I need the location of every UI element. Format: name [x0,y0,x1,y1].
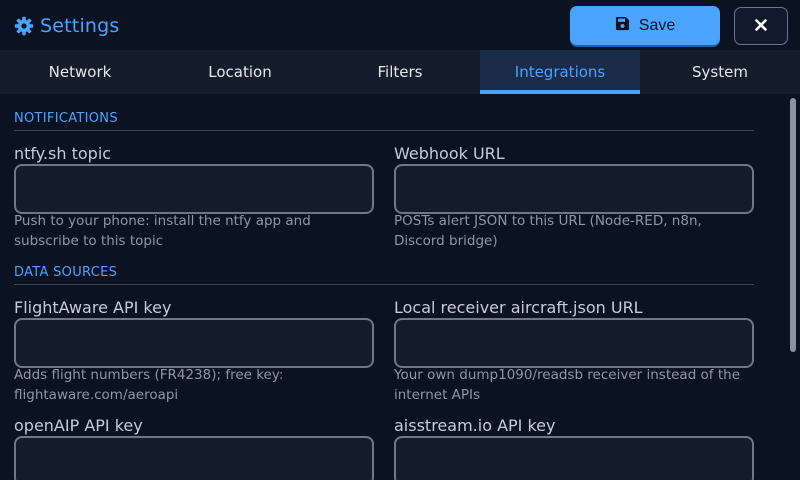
ntfy-topic-input[interactable] [14,164,374,214]
settings-content: NOTIFICATIONS ntfy.sh topic Push to your… [0,94,790,480]
close-icon [755,18,767,34]
aisstream-key-input[interactable] [394,436,754,480]
local-receiver-url-input[interactable] [394,318,754,368]
page-title: Settings [40,15,120,37]
section-title-notifications: NOTIFICATIONS [14,111,118,126]
tab-label: System [692,63,748,81]
tab-label: Network [48,63,112,81]
ntfy-topic-help: Push to your phone: install the ntfy app… [14,213,311,249]
save-button-label: Save [638,16,676,34]
tab-integrations[interactable]: Integrations [480,50,640,94]
vertical-scrollbar[interactable] [790,98,796,352]
title-group: Settings [14,15,120,37]
local-receiver-url-help: Your own dump1090/readsb receiver instea… [394,367,741,403]
flightaware-key-label: FlightAware API key [14,298,172,317]
tab-label: Integrations [514,63,606,81]
ntfy-topic-label: ntfy.sh topic [14,144,112,163]
tab-location[interactable]: Location [160,50,320,94]
openaip-key-label: openAIP API key [14,416,143,435]
tab-filters[interactable]: Filters [320,50,480,94]
tab-system[interactable]: System [640,50,800,94]
header: Settings Save [0,0,800,50]
tab-network[interactable]: Network [0,50,160,94]
close-button[interactable] [734,7,788,45]
flightaware-key-input[interactable] [14,318,374,368]
section-divider [14,284,754,285]
floppy-disk-icon [615,16,630,36]
webhook-url-help: POSTs alert JSON to this URL (Node-RED, … [394,213,702,249]
tab-label: Filters [377,63,423,81]
flightaware-key-help: Adds flight numbers (FR4238); free key: … [14,367,284,403]
webhook-url-input[interactable] [394,164,754,214]
local-receiver-url-label: Local receiver aircraft.json URL [394,298,643,317]
openaip-key-input[interactable] [14,436,374,480]
tab-bar: Network Location Filters Integrations Sy… [0,50,800,94]
save-button[interactable]: Save [570,6,720,45]
webhook-url-label: Webhook URL [394,144,505,163]
section-title-data-sources: DATA SOURCES [14,265,118,280]
section-divider [14,130,754,131]
settings-window: Settings Save Network Location Filters I… [0,0,800,480]
gear-icon [14,16,34,36]
aisstream-key-label: aisstream.io API key [394,416,556,435]
tab-label: Location [208,63,272,81]
